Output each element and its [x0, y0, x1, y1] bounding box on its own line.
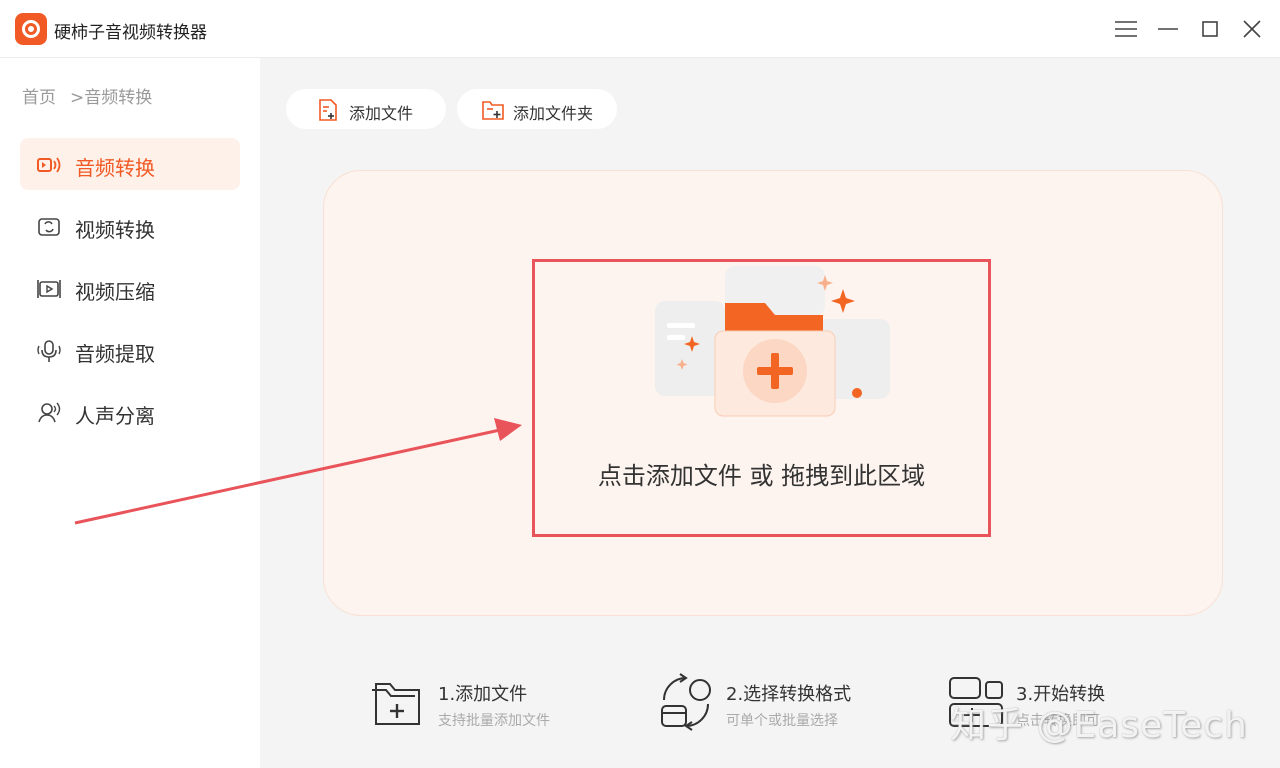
add-file-label: 添加文件 [349, 104, 414, 123]
minimize-icon[interactable] [1153, 14, 1183, 44]
menu-icon[interactable] [1111, 14, 1141, 44]
highlight-annotation-box [532, 259, 991, 537]
breadcrumb-current: >音频转换 [70, 88, 153, 108]
step-select-format: 2.选择转换格式 可单个或批量选择 [656, 668, 916, 734]
sidebar-item-label: 音频提取 [75, 342, 155, 366]
title-bar: 硬柿子音视频转换器 [0, 0, 1280, 58]
video-compress-icon [36, 276, 62, 302]
sidebar-item-audio-convert[interactable]: 音频转换 [20, 138, 240, 190]
add-folder-label: 添加文件夹 [513, 104, 594, 123]
step-title: 1.添加文件 [438, 684, 528, 705]
app-title: 硬柿子音视频转换器 [54, 23, 207, 43]
step-add-file: 1.添加文件 支持批量添加文件 [368, 668, 608, 734]
add-folder-button[interactable]: 添加文件夹 [457, 89, 617, 129]
step-subtitle: 支持批量添加文件 [438, 713, 550, 729]
audio-extract-icon [36, 338, 62, 364]
add-file-button[interactable]: 添加文件 [286, 89, 446, 129]
watermark: 知乎 @EaseTech [950, 705, 1248, 746]
voice-separate-icon [36, 400, 62, 426]
step-title: 2.选择转换格式 [726, 684, 852, 705]
app-logo-icon [15, 13, 47, 45]
sidebar-item-label: 视频转换 [75, 218, 155, 242]
sidebar-item-label: 人声分离 [75, 404, 155, 428]
breadcrumb: 首页 >音频转换 [22, 83, 152, 108]
maximize-icon[interactable] [1195, 14, 1225, 44]
add-file-step-icon [372, 683, 420, 725]
step-subtitle: 可单个或批量选择 [726, 713, 838, 729]
video-convert-icon [36, 214, 62, 240]
add-folder-icon [481, 98, 505, 122]
sidebar-item-voice-separate[interactable]: 人声分离 [20, 386, 240, 438]
select-format-step-icon [661, 673, 711, 731]
sidebar-item-video-compress[interactable]: 视频压缩 [20, 262, 240, 314]
sidebar-item-label: 音频转换 [75, 156, 155, 180]
main-panel: 添加文件 添加文件夹 点击添加文件 或 拖拽到此区域 1.添加文件 支持批量添加… [260, 58, 1280, 768]
sidebar-item-video-convert[interactable]: 视频转换 [20, 200, 240, 252]
audio-convert-icon [36, 152, 62, 178]
sidebar-item-label: 视频压缩 [75, 280, 155, 304]
add-file-icon [316, 98, 340, 122]
close-icon[interactable] [1237, 14, 1267, 44]
sidebar: 首页 >音频转换 音频转换 视频转换 视频压缩 音频提取 人声分离 [0, 58, 260, 768]
breadcrumb-home[interactable]: 首页 [22, 83, 56, 108]
sidebar-item-audio-extract[interactable]: 音频提取 [20, 324, 240, 376]
